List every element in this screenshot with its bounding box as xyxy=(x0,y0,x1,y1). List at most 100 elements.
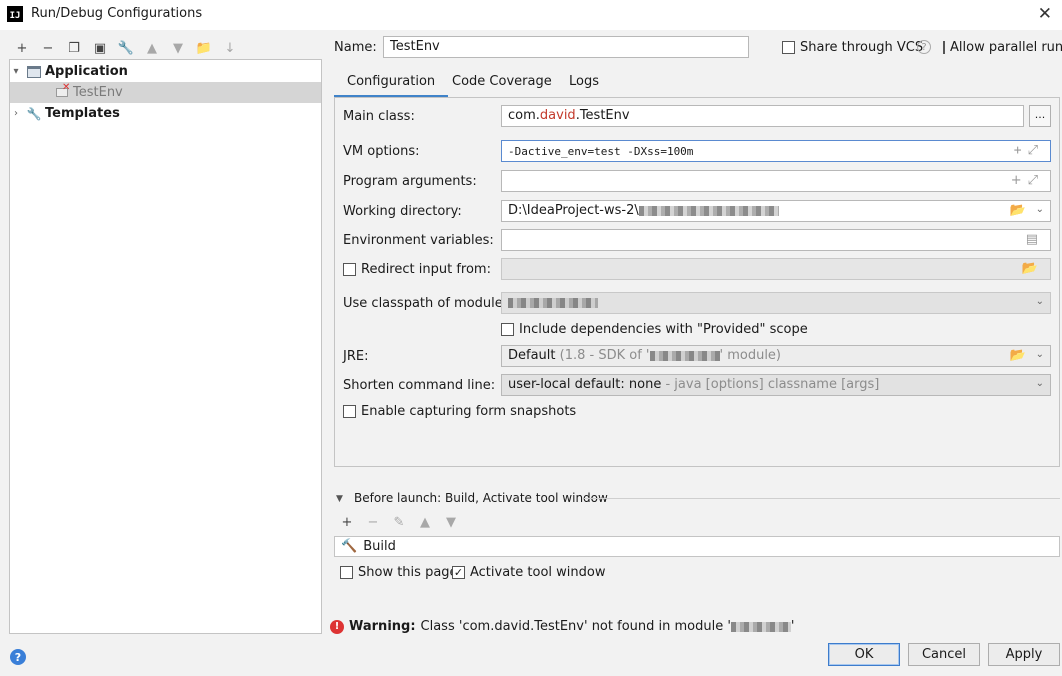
move-down-icon[interactable]: ▼ xyxy=(169,39,187,57)
tab-configuration[interactable]: Configuration xyxy=(334,68,449,98)
wrench-icon[interactable]: 🔧 xyxy=(117,39,135,57)
jre-hint: ' module) xyxy=(719,348,782,363)
copy-icon[interactable]: ❐ xyxy=(65,39,83,57)
tree-item-label: Application xyxy=(45,64,128,79)
folder-icon[interactable]: 📂 xyxy=(1010,203,1032,218)
apply-button[interactable]: Apply xyxy=(988,643,1060,666)
chevron-down-icon[interactable]: ⌄ xyxy=(1036,378,1044,389)
program-arguments-field[interactable]: +⤢ xyxy=(501,170,1051,192)
chevron-down-icon[interactable]: ⌄ xyxy=(1036,349,1044,360)
redacted-text xyxy=(649,350,720,361)
shorten-command-select[interactable]: user-local default: none - java [options… xyxy=(501,374,1051,396)
ok-button[interactable]: OK xyxy=(828,643,900,666)
jre-select[interactable]: Default (1.8 - SDK of ' ' module) 📂 ⌄ xyxy=(501,345,1051,367)
hammer-icon: 🔨 xyxy=(341,539,358,554)
shorten-command-label: Shorten command line: xyxy=(343,378,496,393)
main-class-part: .TestEnv xyxy=(575,108,630,123)
activate-tool-window-checkbox[interactable]: ✓ xyxy=(452,566,465,579)
move-up-icon[interactable]: ▲ xyxy=(143,39,161,57)
task-up-icon[interactable]: ▲ xyxy=(416,513,434,531)
include-dependencies-checkbox[interactable] xyxy=(501,323,514,336)
folder-icon: 📂 xyxy=(1021,261,1044,276)
jre-label: JRE: xyxy=(343,349,369,364)
tree-item-label: TestEnv xyxy=(73,85,123,100)
wrench-icon: 🔧 xyxy=(26,106,42,121)
redirect-input-checkbox[interactable] xyxy=(343,263,356,276)
classpath-module-label: Use classpath of module: xyxy=(343,296,508,311)
expand-icons[interactable]: +⤢ xyxy=(1014,143,1044,158)
remove-icon[interactable]: − xyxy=(39,39,57,57)
edit-task-icon[interactable]: ✎ xyxy=(390,513,408,531)
build-task-item[interactable]: 🔨 Build xyxy=(334,536,1060,557)
include-dependencies-option[interactable]: Include dependencies with "Provided" sco… xyxy=(501,322,808,337)
vm-options-value: -Dactive_env=test -DXss=100m xyxy=(508,145,694,158)
tree-item-testenv[interactable]: ✕ TestEnv xyxy=(10,82,321,103)
vm-options-label: VM options: xyxy=(343,144,420,159)
shorten-command-value: user-local default: none xyxy=(508,377,662,392)
classpath-module-select[interactable]: ⌄ xyxy=(501,292,1051,314)
show-page-checkbox[interactable] xyxy=(340,566,353,579)
error-icon: ! xyxy=(330,619,344,634)
browse-main-class-button[interactable]: ... xyxy=(1029,105,1051,127)
save-icon[interactable]: ▣ xyxy=(91,39,109,57)
help-icon[interactable]: ? xyxy=(917,40,931,54)
main-class-field[interactable]: com.david.TestEnv xyxy=(501,105,1024,127)
redacted-text xyxy=(508,297,598,308)
redirect-input-option[interactable]: Redirect input from: xyxy=(343,262,491,277)
program-arguments-label: Program arguments: xyxy=(343,174,477,189)
add-icon[interactable]: + xyxy=(13,39,31,57)
cancel-button[interactable]: Cancel xyxy=(908,643,980,666)
tree-item-label: Templates xyxy=(45,106,120,121)
folder-icon[interactable]: 📂 xyxy=(1010,348,1032,363)
working-directory-label: Working directory: xyxy=(343,204,462,219)
name-field[interactable]: TestEnv xyxy=(383,36,749,58)
help-icon[interactable]: ? xyxy=(10,649,26,665)
add-task-icon[interactable]: + xyxy=(338,513,356,531)
remove-task-icon[interactable]: − xyxy=(364,513,382,531)
close-icon[interactable]: ✕ xyxy=(1038,4,1052,24)
redacted-text xyxy=(638,205,779,216)
form-snapshots-option[interactable]: Enable capturing form snapshots xyxy=(343,404,576,419)
chevron-down-icon[interactable]: ▾ xyxy=(10,66,22,77)
task-down-icon[interactable]: ▼ xyxy=(442,513,460,531)
main-class-label: Main class: xyxy=(343,109,415,124)
warning-message: ! Warning: Class 'com.david.TestEnv' not… xyxy=(330,619,795,634)
collapse-arrow-icon[interactable]: ▼ xyxy=(336,494,343,504)
allow-parallel-checkbox[interactable] xyxy=(943,41,945,54)
working-directory-value: D:\IdeaProject-ws-2\ xyxy=(508,203,639,218)
separator xyxy=(584,498,1060,499)
application-icon xyxy=(26,65,42,79)
folder-add-icon[interactable]: 📁 xyxy=(195,39,213,57)
config-tree[interactable]: ▾ Application ✕ TestEnv › 🔧 Templates xyxy=(9,59,322,634)
working-directory-field[interactable]: D:\IdeaProject-ws-2\ 📂 ⌄ xyxy=(501,200,1051,222)
share-vcs-option[interactable]: Share through VCS xyxy=(782,40,923,55)
share-vcs-label: Share through VCS xyxy=(800,40,924,55)
jre-value: Default xyxy=(508,348,556,363)
main-class-part-highlight: david xyxy=(539,108,576,123)
sort-icon[interactable]: ↓ xyxy=(221,39,239,57)
tab-logs[interactable]: Logs xyxy=(556,68,612,98)
form-snapshots-label: Enable capturing form snapshots xyxy=(361,404,577,419)
chevron-down-icon[interactable]: ⌄ xyxy=(1036,296,1044,307)
tree-item-templates[interactable]: › 🔧 Templates xyxy=(10,103,321,124)
activate-tool-window-label: Activate tool window xyxy=(470,565,606,580)
environment-variables-label: Environment variables: xyxy=(343,233,494,248)
tab-code-coverage[interactable]: Code Coverage xyxy=(439,68,565,98)
tree-item-application[interactable]: ▾ Application xyxy=(10,61,321,82)
shorten-command-hint: - java [options] classname [args] xyxy=(665,377,880,392)
expand-icons[interactable]: +⤢ xyxy=(1011,173,1044,188)
intellij-logo-icon: IJ xyxy=(7,6,23,22)
chevron-right-icon[interactable]: › xyxy=(10,108,22,119)
show-page-option[interactable]: Show this page xyxy=(340,565,458,580)
allow-parallel-option[interactable]: Allow parallel run xyxy=(943,40,1062,55)
chevron-down-icon[interactable]: ⌄ xyxy=(1036,204,1044,215)
share-vcs-checkbox[interactable] xyxy=(782,41,795,54)
warning-label: Warning: xyxy=(349,619,416,634)
edit-env-icon[interactable]: ▤ xyxy=(1026,232,1044,247)
form-snapshots-checkbox[interactable] xyxy=(343,405,356,418)
name-label: Name: xyxy=(334,40,377,55)
allow-parallel-label: Allow parallel run xyxy=(950,40,1062,55)
environment-variables-field[interactable]: ▤ xyxy=(501,229,1051,251)
activate-tool-window-option[interactable]: ✓ Activate tool window xyxy=(452,565,605,580)
vm-options-field[interactable]: -Dactive_env=test -DXss=100m +⤢ xyxy=(501,140,1051,162)
